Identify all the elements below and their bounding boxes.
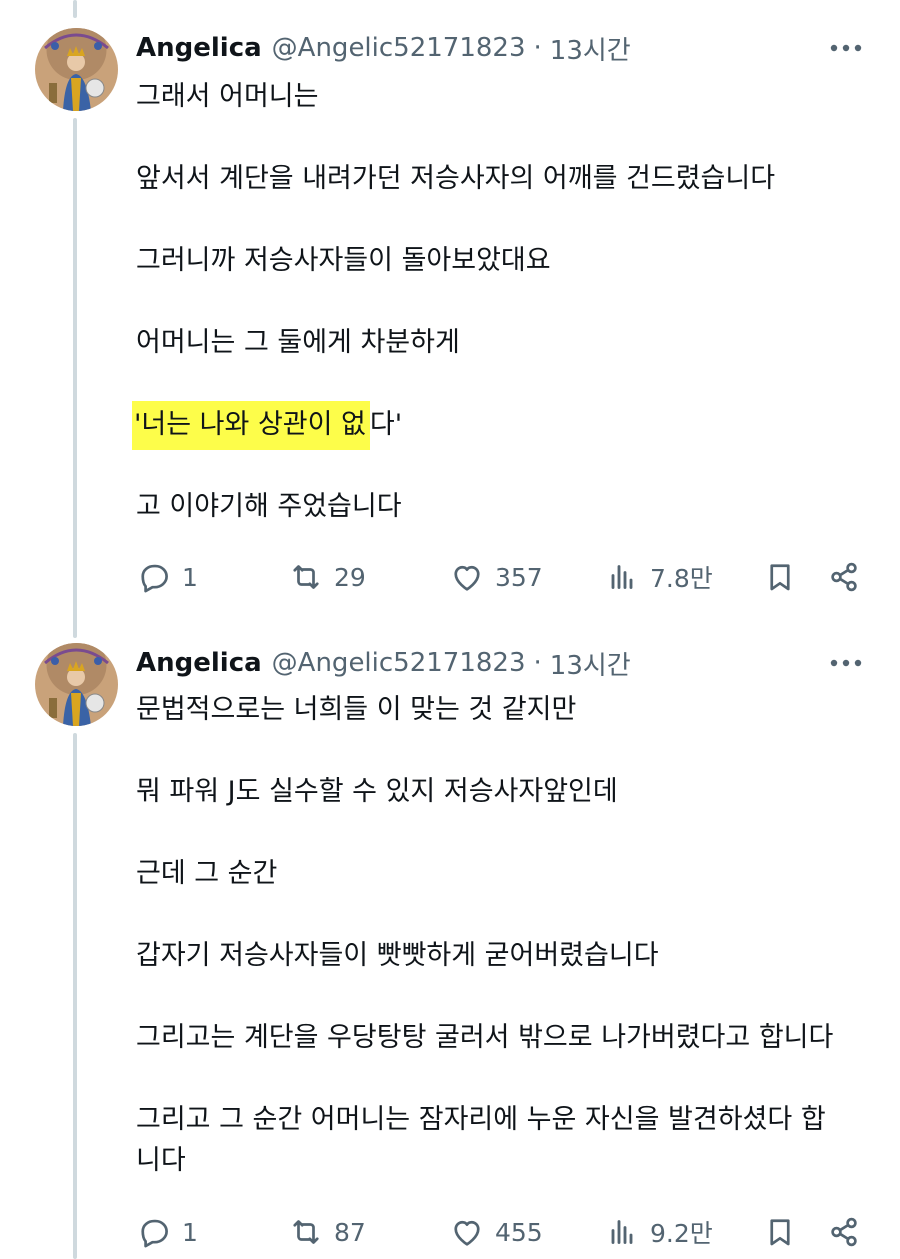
user-handle[interactable]: @Angelic52171823 xyxy=(272,33,526,63)
tweet[interactable]: Angelica @Angelic52171823 · 13시간 그래서 어머니… xyxy=(0,28,900,608)
text-line: 그리고는 계단을 우당탕탕 굴러서 밖으로 나가버렸다고 합니다 xyxy=(136,1022,834,1053)
text-line: 그리고 그 순간 어머니는 잠자리에 누운 자신을 발견하셨다 합 xyxy=(136,1104,826,1135)
share-icon xyxy=(831,562,857,592)
text-gap xyxy=(136,894,876,935)
views-count: 7.8만 xyxy=(650,564,713,593)
views-bar-icon xyxy=(611,565,633,589)
like-count: 455 xyxy=(495,1217,543,1247)
bookmark-button[interactable] xyxy=(762,1212,798,1252)
tweet-header: Angelica @Angelic52171823 · 13시간 xyxy=(136,643,631,683)
reply-button[interactable]: 1 xyxy=(136,557,198,597)
more-dots-icon[interactable] xyxy=(826,32,866,62)
retweet-icon xyxy=(293,1220,319,1244)
text-gap xyxy=(136,730,876,771)
reply-count: 1 xyxy=(182,562,198,592)
bookmark-icon xyxy=(770,1219,790,1246)
retweet-button[interactable]: 87 xyxy=(288,1212,366,1252)
retweet-icon xyxy=(293,565,319,589)
action-bar: 1 29 357 7.8만 xyxy=(136,557,876,597)
text-line: 문법적으로는 너희들 이 맞는 것 같지만 xyxy=(136,694,577,725)
text-line: 근데 그 순간 xyxy=(136,858,278,889)
reply-button[interactable]: 1 xyxy=(136,1212,198,1252)
text-gap xyxy=(136,445,876,486)
tweet[interactable]: Angelica @Angelic52171823 · 13시간 문법적으로는 … xyxy=(0,643,900,1259)
share-icon xyxy=(831,1217,857,1247)
text-gap xyxy=(136,117,876,158)
text-line: 어머니는 그 둘에게 차분하게 xyxy=(136,327,460,358)
retweet-count: 87 xyxy=(334,1217,366,1247)
avatar[interactable] xyxy=(35,28,118,111)
text-line: 그래서 어머니는 xyxy=(136,81,319,112)
action-bar: 1 87 455 9.2만 xyxy=(136,1212,876,1252)
text-gap xyxy=(136,199,876,240)
text-gap xyxy=(136,281,876,322)
thread-line-top xyxy=(73,0,77,18)
text-line: 고 이야기해 주었습니다 xyxy=(136,491,402,522)
views-button[interactable]: 9.2만 xyxy=(604,1212,713,1252)
retweet-button[interactable]: 29 xyxy=(288,557,366,597)
views-button[interactable]: 7.8만 xyxy=(604,557,713,597)
text-line-highlighted: '너는 나와 상관이 없 다' xyxy=(132,401,876,450)
text-line: 갑자기 저승사자들이 빳빳하게 굳어버렸습니다 xyxy=(136,940,659,971)
views-bar-icon xyxy=(611,1220,633,1244)
separator-dot: · xyxy=(533,33,542,63)
avatar[interactable] xyxy=(35,643,118,726)
retweet-count: 29 xyxy=(334,562,366,592)
display-name[interactable]: Angelica xyxy=(136,33,262,63)
reply-count: 1 xyxy=(182,1217,198,1247)
text-gap xyxy=(136,1058,876,1099)
text-gap xyxy=(136,976,876,1017)
bookmark-icon xyxy=(770,564,790,591)
tweet-text: 그래서 어머니는 앞서서 계단을 내려가던 저승사자의 어깨를 건드렸습니다 그… xyxy=(132,76,876,527)
tweet-text: 문법적으로는 너희들 이 맞는 것 같지만 뭐 파워 J도 실수할 수 있지 저… xyxy=(136,689,876,1181)
text-line: 니다 xyxy=(136,1145,186,1176)
separator-dot: · xyxy=(533,648,542,678)
more-dots-icon[interactable] xyxy=(826,647,866,677)
like-count: 357 xyxy=(495,562,543,592)
views-count: 9.2만 xyxy=(650,1219,713,1248)
text-line: 그러니까 저승사자들이 돌아보았대요 xyxy=(136,245,551,276)
highlighted-text: '너는 나와 상관이 없 xyxy=(132,401,370,450)
display-name[interactable]: Angelica xyxy=(136,648,262,678)
text-tail: 다' xyxy=(369,409,403,440)
text-line: 뭐 파워 J도 실수할 수 있지 저승사자앞인데 xyxy=(136,776,618,807)
share-button[interactable] xyxy=(826,1212,862,1252)
timestamp[interactable]: 13시간 xyxy=(550,645,631,682)
text-gap xyxy=(136,812,876,853)
text-gap xyxy=(136,363,876,404)
bookmark-button[interactable] xyxy=(762,557,798,597)
heart-icon xyxy=(454,565,480,591)
like-button[interactable]: 455 xyxy=(449,1212,543,1252)
like-button[interactable]: 357 xyxy=(449,557,543,597)
timestamp[interactable]: 13시간 xyxy=(550,30,631,67)
tweet-header: Angelica @Angelic52171823 · 13시간 xyxy=(136,28,631,68)
reply-bubble-icon xyxy=(141,564,168,593)
user-handle[interactable]: @Angelic52171823 xyxy=(272,648,526,678)
heart-icon xyxy=(454,1220,480,1246)
reply-bubble-icon xyxy=(141,1219,168,1248)
share-button[interactable] xyxy=(826,557,862,597)
text-line: 앞서서 계단을 내려가던 저승사자의 어깨를 건드렸습니다 xyxy=(136,163,776,194)
